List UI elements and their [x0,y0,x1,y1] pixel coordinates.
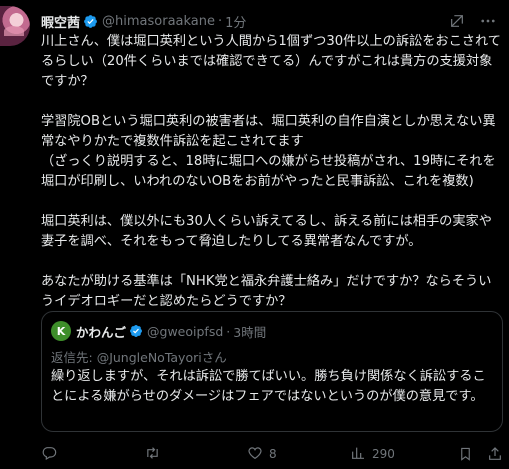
tweet-text: 川上さん、僕は堀口英利という人間から1個ずつ30件以上の訴訟をおこされてるらしい… [41,34,501,309]
author-handle[interactable]: @himasoraakane [102,14,215,29]
views-icon [350,445,366,464]
action-bar: 8 290 [41,444,503,464]
views-button[interactable]: 290 [350,445,453,464]
avatar[interactable] [0,6,30,46]
retweet-button[interactable] [144,445,247,464]
grok-icon[interactable] [449,13,465,29]
quote-author-name: かわんご [76,324,127,340]
tweet: 暇空茜 @himasoraakane · 1分 川上さん、僕は堀口英利という人間… [0,0,509,469]
secondary-actions [458,446,503,462]
reply-icon [41,445,57,464]
verified-badge-icon [83,14,98,29]
view-count: 290 [372,447,395,461]
like-button[interactable]: 8 [247,445,350,464]
separator-dot: · [218,13,223,29]
bookmark-icon[interactable] [458,446,473,462]
quote-reply-to: 返信先: @JungleNoTayoriさん [51,347,227,366]
quoted-tweet[interactable]: K かわんご @gweoipfsd · 3時間 返信先: @JungleNoTa… [41,311,503,432]
reply-to-label: 返信先: [51,350,97,365]
separator-dot: · [226,323,231,339]
quote-header: K かわんご @gweoipfsd · 3時間 [51,321,266,341]
author-name[interactable]: 暇空茜 [41,12,80,31]
retweet-icon [144,445,161,464]
header-actions [449,12,497,30]
share-icon[interactable] [487,446,503,462]
verified-badge-icon [129,324,143,338]
like-count: 8 [269,447,277,461]
reply-button[interactable] [41,445,144,464]
more-options-icon[interactable] [479,12,497,30]
reply-to-mention[interactable]: @JungleNoTayoriさん [97,350,227,365]
like-icon [247,445,263,464]
quote-author-handle: @gweoipfsd [147,323,224,339]
tweet-header: 暇空茜 @himasoraakane · 1分 [41,10,499,32]
timestamp[interactable]: 1分 [225,12,246,31]
quote-text: 繰り返しますが、それは訴訟で勝てばいい。勝ち負け関係なく訴訟することによる嫌がら… [51,369,486,404]
quote-timestamp: 3時間 [233,324,267,340]
quote-avatar: K [51,321,71,341]
